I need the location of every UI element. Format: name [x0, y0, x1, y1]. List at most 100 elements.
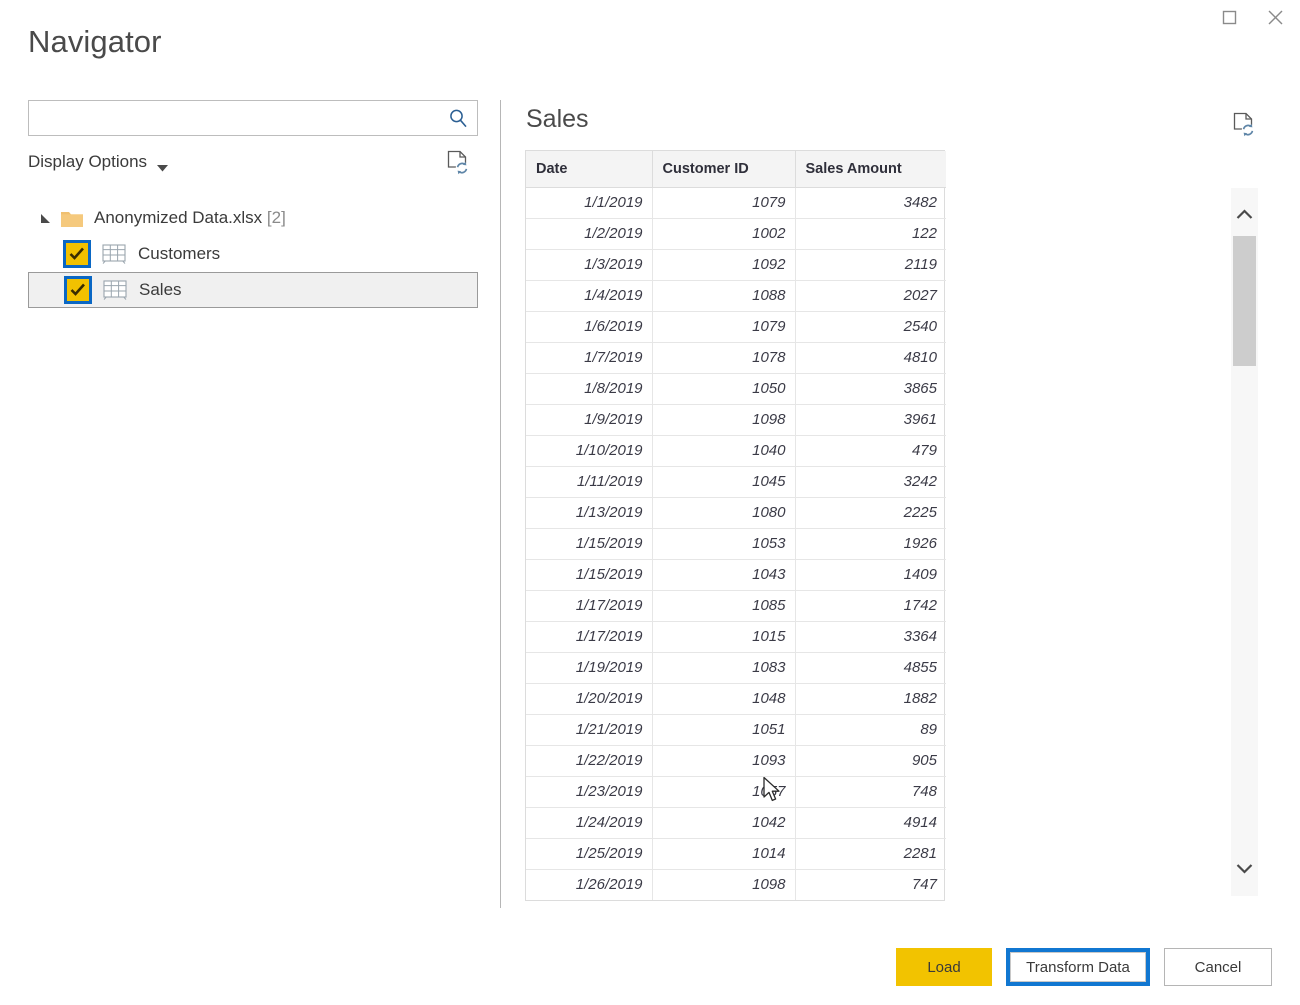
checkbox-sales[interactable]: [64, 276, 92, 304]
table-row: 1/15/2019 1053 1926: [526, 528, 946, 560]
search-input[interactable]: [29, 101, 444, 135]
cell-customer-id: 1015: [652, 621, 796, 653]
cell-sales-amount: 3364: [795, 621, 946, 653]
cell-customer-id: 1098: [652, 869, 796, 900]
cell-date: 1/13/2019: [526, 497, 653, 529]
footer-button-bar: Load Transform Data Cancel: [0, 948, 1300, 994]
scroll-down-button[interactable]: [1231, 856, 1258, 884]
checkbox-customers[interactable]: [63, 240, 91, 268]
cell-date: 1/4/2019: [526, 280, 653, 312]
cell-date: 1/2/2019: [526, 218, 653, 250]
cell-sales-amount: 479: [795, 435, 946, 467]
search-box[interactable]: [28, 100, 478, 136]
cell-date: 1/17/2019: [526, 590, 653, 622]
scroll-up-button[interactable]: [1231, 202, 1258, 230]
refresh-page-icon[interactable]: [1232, 112, 1256, 138]
cell-sales-amount: 1882: [795, 683, 946, 715]
column-header-sales-amount[interactable]: Sales Amount: [795, 151, 946, 188]
cell-sales-amount: 1926: [795, 528, 946, 560]
cell-sales-amount: 1742: [795, 590, 946, 622]
preview-scrollbar[interactable]: [1231, 188, 1258, 896]
column-header-date[interactable]: Date: [526, 151, 653, 188]
refresh-page-icon[interactable]: [446, 150, 470, 176]
cell-date: 1/11/2019: [526, 466, 653, 498]
cancel-button[interactable]: Cancel: [1164, 948, 1272, 986]
tree-root-label: Anonymized Data.xlsx [2]: [94, 208, 286, 227]
cell-customer-id: 1098: [652, 404, 796, 436]
close-icon: [1266, 8, 1285, 27]
cell-date: 1/9/2019: [526, 404, 653, 436]
cell-date: 1/7/2019: [526, 342, 653, 374]
table-row: 1/24/2019 1042 4914: [526, 807, 946, 839]
title-bar: [0, 0, 1300, 34]
cell-date: 1/8/2019: [526, 373, 653, 405]
close-button[interactable]: [1252, 0, 1298, 34]
left-panel: Display Options Anonymized Data.xlsx [2]…: [28, 100, 480, 910]
cell-date: 1/25/2019: [526, 838, 653, 870]
cell-sales-amount: 3482: [795, 187, 946, 219]
cell-date: 1/20/2019: [526, 683, 653, 715]
maximize-button[interactable]: [1206, 0, 1252, 34]
cell-customer-id: 1051: [652, 714, 796, 746]
cell-date: 1/24/2019: [526, 807, 653, 839]
table-row: 1/10/2019 1040 479: [526, 435, 946, 467]
cell-sales-amount: 3242: [795, 466, 946, 498]
table-row: 1/15/2019 1043 1409: [526, 559, 946, 591]
cell-date: 1/17/2019: [526, 621, 653, 653]
cell-customer-id: 1002: [652, 218, 796, 250]
search-icon[interactable]: [448, 108, 469, 129]
column-header-customer-id[interactable]: Customer ID: [652, 151, 796, 188]
cell-customer-id: 1048: [652, 683, 796, 715]
cell-sales-amount: 3961: [795, 404, 946, 436]
table-row: 1/25/2019 1014 2281: [526, 838, 946, 870]
maximize-icon: [1221, 9, 1238, 26]
cell-sales-amount: 2027: [795, 280, 946, 312]
cell-date: 1/1/2019: [526, 187, 653, 219]
display-options-label: Display Options: [28, 152, 148, 171]
cell-sales-amount: 4810: [795, 342, 946, 374]
table-header-row: Date Customer ID Sales Amount: [526, 151, 946, 188]
tree-item-sales[interactable]: Sales: [28, 272, 478, 308]
panel-divider: [500, 100, 501, 908]
cell-customer-id: 1080: [652, 497, 796, 529]
folder-icon: [60, 209, 84, 228]
load-button[interactable]: Load: [896, 948, 992, 986]
transform-data-button[interactable]: Transform Data: [1006, 948, 1150, 986]
cell-sales-amount: 2281: [795, 838, 946, 870]
tree-item-customers[interactable]: Customers: [28, 236, 478, 272]
expander-expanded-icon[interactable]: [40, 212, 52, 224]
table-icon: [102, 244, 126, 264]
page-title: Navigator: [28, 24, 162, 59]
table-row: 1/17/2019 1015 3364: [526, 621, 946, 653]
cell-customer-id: 1050: [652, 373, 796, 405]
table-icon: [103, 280, 127, 300]
cell-customer-id: 1079: [652, 311, 796, 343]
cell-date: 1/15/2019: [526, 528, 653, 560]
scrollbar-thumb[interactable]: [1233, 236, 1256, 366]
cell-date: 1/26/2019: [526, 869, 653, 900]
tree-root-anonymized-data[interactable]: Anonymized Data.xlsx [2]: [28, 200, 478, 236]
cell-customer-id: 1093: [652, 745, 796, 777]
cell-customer-id: 1043: [652, 559, 796, 591]
table-row: 1/6/2019 1079 2540: [526, 311, 946, 343]
display-options-dropdown[interactable]: Display Options: [28, 152, 169, 172]
cell-date: 1/10/2019: [526, 435, 653, 467]
cell-customer-id: 1042: [652, 807, 796, 839]
chevron-down-icon: [157, 159, 169, 171]
chevron-down-icon: [1236, 861, 1253, 879]
table-row: 1/23/2019 1057 748: [526, 776, 946, 808]
table-row: 1/9/2019 1098 3961: [526, 404, 946, 436]
cell-sales-amount: 4914: [795, 807, 946, 839]
preview-title: Sales: [526, 105, 589, 133]
preview-table-container: Date Customer ID Sales Amount 1/1/2019 10…: [525, 150, 946, 901]
cell-date: 1/15/2019: [526, 559, 653, 591]
display-options-row: Display Options: [28, 150, 478, 180]
table-row: 1/22/2019 1093 905: [526, 745, 946, 777]
cell-date: 1/22/2019: [526, 745, 653, 777]
preview-table: Date Customer ID Sales Amount 1/1/2019 10…: [526, 151, 946, 900]
table-row: 1/8/2019 1050 3865: [526, 373, 946, 405]
table-row: 1/7/2019 1078 4810: [526, 342, 946, 374]
table-row: 1/21/2019 1051 89: [526, 714, 946, 746]
cell-sales-amount: 1409: [795, 559, 946, 591]
table-row: 1/4/2019 1088 2027: [526, 280, 946, 312]
